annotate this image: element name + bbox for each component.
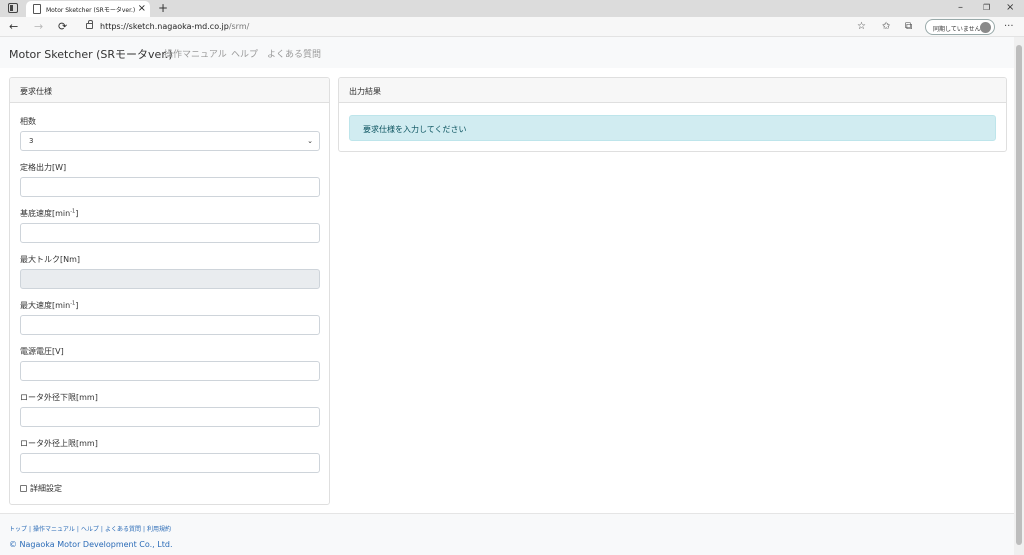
page-footer: トップ | 操作マニュアル | ヘルプ | よくある質問 | 利用規約 © Nagaoka Mo… xyxy=(0,513,1014,555)
page-icon xyxy=(33,4,41,14)
address-bar: ← → ⟳ https://sketch.nagaoka-md.co.jp/sr… xyxy=(0,17,1024,37)
site-navbar: Motor Sketcher (SRモータver.) 操作マニュアル ヘルプ よ… xyxy=(0,37,1014,68)
phase-select[interactable]: 3 ⌄ xyxy=(20,131,320,151)
result-card: 出力結果 要求仕様を入力してください xyxy=(338,77,1007,152)
nav-link-help[interactable]: ヘルプ xyxy=(231,47,258,60)
brand-link[interactable]: Motor Sketcher (SRモータver.) xyxy=(9,46,173,62)
forward-icon[interactable]: → xyxy=(34,20,43,34)
footer-link-terms[interactable]: 利用規約 xyxy=(147,526,171,533)
browser-tab-bar: Motor Sketcher (SRモータver.) | 操 × + – ❐ × xyxy=(0,0,1024,17)
voltage-label: 電源電圧[V] xyxy=(20,347,64,356)
url-path: /srm/ xyxy=(228,22,250,31)
phase-label: 相数 xyxy=(20,117,36,126)
footer-links: トップ | 操作マニュアル | ヘルプ | よくある質問 | 利用規約 xyxy=(9,526,172,533)
page-scrollbar[interactable] xyxy=(1014,37,1024,555)
rated-output-label: 定格出力[W] xyxy=(20,163,67,172)
base-speed-label: 基底速度[min-1] xyxy=(20,208,79,218)
favorites-icon[interactable]: ✩ xyxy=(882,20,890,34)
more-icon[interactable]: ··· xyxy=(1004,20,1014,34)
base-speed-input[interactable] xyxy=(20,223,320,243)
detail-settings-checkbox[interactable]: 詳細設定 xyxy=(20,483,62,494)
max-torque-input[interactable] xyxy=(20,269,320,289)
max-torque-label: 最大トルク[Nm] xyxy=(20,255,81,264)
new-tab-button[interactable]: + xyxy=(158,1,168,15)
restore-button[interactable]: ❐ xyxy=(983,2,990,14)
footer-link-manual[interactable]: 操作マニュアル xyxy=(33,526,75,533)
window-close-button[interactable]: × xyxy=(1006,2,1014,14)
browser-tab[interactable]: Motor Sketcher (SRモータver.) | 操 × xyxy=(26,1,150,17)
minimize-button[interactable]: – xyxy=(958,2,963,14)
chevron-down-icon: ⌄ xyxy=(307,137,313,145)
tab-actions-icon[interactable] xyxy=(8,3,18,13)
lock-icon[interactable] xyxy=(86,20,93,29)
url-host: https://sketch.nagaoka-md.co.jp xyxy=(100,22,229,31)
max-speed-input[interactable] xyxy=(20,315,320,335)
rotor-max-label: ロータ外径上限[mm] xyxy=(20,439,98,448)
phase-value: 3 xyxy=(29,137,34,145)
rotor-min-label: ロータ外径下限[mm] xyxy=(20,393,98,402)
copyright: © Nagaoka Motor Development Co., Ltd. xyxy=(9,540,173,549)
profile-button[interactable]: 同期していません xyxy=(925,19,995,35)
nav-link-faq[interactable]: よくある質問 xyxy=(267,47,321,60)
rotor-min-input[interactable] xyxy=(20,407,320,427)
scroll-thumb[interactable] xyxy=(1016,45,1022,545)
requirements-header: 要求仕様 xyxy=(10,78,329,103)
checkbox-box[interactable] xyxy=(20,485,27,492)
back-icon[interactable]: ← xyxy=(9,20,18,34)
tab-title: Motor Sketcher (SRモータver.) | 操 xyxy=(46,7,136,14)
avatar xyxy=(980,22,991,33)
url-input[interactable]: https://sketch.nagaoka-md.co.jp/srm/ xyxy=(100,22,249,31)
voltage-input[interactable] xyxy=(20,361,320,381)
tab-close-icon[interactable]: × xyxy=(138,3,146,15)
nav-link-manual[interactable]: 操作マニュアル xyxy=(164,47,227,60)
result-header: 出力結果 xyxy=(339,78,1006,103)
footer-link-top[interactable]: トップ xyxy=(9,526,27,533)
result-alert: 要求仕様を入力してください xyxy=(349,115,996,141)
collections-icon[interactable]: ⧉ xyxy=(905,20,912,34)
refresh-icon[interactable]: ⟳ xyxy=(58,20,67,34)
rotor-max-input[interactable] xyxy=(20,453,320,473)
profile-label: 同期していません xyxy=(933,26,981,33)
footer-link-help[interactable]: ヘルプ xyxy=(81,526,99,533)
max-speed-label: 最大速度[min-1] xyxy=(20,300,79,310)
requirements-card: 要求仕様 相数 3 ⌄ 定格出力[W] 基底速度[min-1] 最大トルク[Nm… xyxy=(9,77,330,505)
rated-output-input[interactable] xyxy=(20,177,320,197)
detail-settings-label: 詳細設定 xyxy=(30,484,62,493)
add-favorite-icon[interactable]: ☆ xyxy=(857,20,866,34)
footer-link-faq[interactable]: よくある質問 xyxy=(105,526,141,533)
